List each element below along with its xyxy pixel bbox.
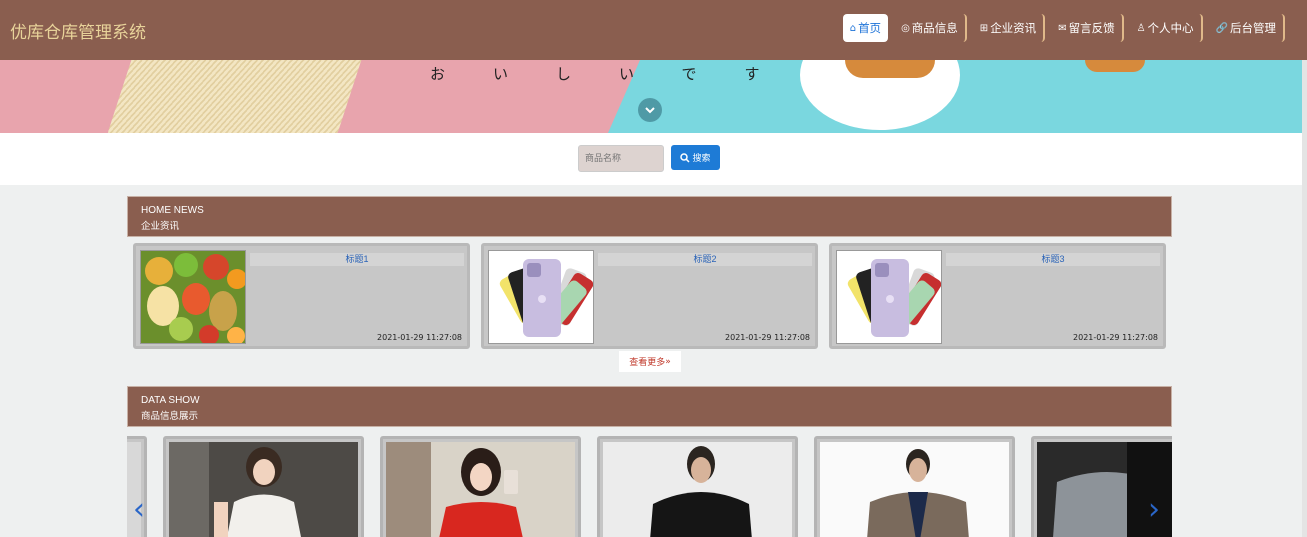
chevron-left-icon: ‹ — [133, 492, 145, 527]
news-section-title-cn: 企业资讯 — [141, 221, 180, 232]
nav-products-label: 商品信息 — [911, 21, 958, 35]
double-chevron-right-icon: » — [665, 356, 671, 367]
news-date: 2021-01-29 11:27:08 — [377, 333, 462, 342]
news-title[interactable]: 标题3 — [946, 253, 1160, 266]
search-icon — [680, 152, 691, 163]
nav-home-label: 首页 — [858, 21, 882, 35]
banner-carousel: おいしいです — [0, 60, 1307, 133]
banner-food-image-2 — [1085, 60, 1145, 72]
home-icon: ⌂ — [849, 22, 857, 34]
view-more-label: 查看更多 — [629, 358, 666, 368]
news-card-2[interactable]: 标题2 2021-01-29 11:27:08 — [481, 243, 818, 349]
product-image-black-tshirt — [603, 442, 792, 537]
chevron-down-icon — [645, 107, 655, 114]
chevron-right-icon: › — [1148, 492, 1160, 527]
news-title[interactable]: 标题1 — [250, 253, 464, 266]
news-title[interactable]: 标题2 — [598, 253, 812, 266]
search-button[interactable]: 搜索 — [671, 145, 720, 170]
view-more-button[interactable]: 查看更多 » — [619, 351, 681, 372]
nav-news[interactable]: ⊞ 企业资讯 — [973, 14, 1046, 42]
banner-food-image — [845, 60, 935, 78]
nav-profile[interactable]: ♙ 个人中心 — [1130, 14, 1203, 42]
carousel-prev-button[interactable]: ‹ — [133, 495, 145, 525]
news-card-3[interactable]: 标题3 2021-01-29 11:27:08 — [829, 243, 1166, 349]
nav-feedback-label: 留言反馈 — [1068, 21, 1115, 35]
nav-profile-label: 个人中心 — [1147, 21, 1194, 35]
top-nav-bar: 优库仓库管理系统 ⌂ 首页 ◎ 商品信息 ⊞ 企业资讯 ✉ 留言反馈 ♙ 个人中… — [0, 0, 1307, 60]
scroll-down-button[interactable] — [638, 98, 662, 122]
grid-icon: ⊞ — [979, 22, 989, 34]
nav-admin-label: 后台管理 — [1230, 21, 1276, 35]
product-image-blazer — [820, 442, 1009, 537]
product-card[interactable] — [597, 436, 798, 537]
main-nav: ⌂ 首页 ◎ 商品信息 ⊞ 企业资讯 ✉ 留言反馈 ♙ 个人中心 🔗 后台管理 — [842, 14, 1285, 42]
news-thumbnail-phone — [488, 250, 594, 344]
data-section-title-cn: 商品信息展示 — [141, 411, 199, 422]
news-date: 2021-01-29 11:27:08 — [725, 333, 810, 342]
product-card[interactable] — [380, 436, 581, 537]
search-button-label: 搜索 — [692, 154, 711, 164]
app-title: 优库仓库管理系统 — [10, 23, 146, 43]
banner-text: おいしいです — [430, 65, 808, 83]
nav-feedback[interactable]: ✉ 留言反馈 — [1051, 14, 1124, 42]
search-bar: 搜索 — [0, 133, 1307, 185]
globe-icon: ◎ — [901, 22, 910, 34]
news-section-header: HOME NEWS 企业资讯 — [127, 196, 1172, 237]
news-date: 2021-01-29 11:27:08 — [1073, 333, 1158, 342]
news-thumbnail-fruit — [140, 250, 246, 344]
link-icon: 🔗 — [1215, 22, 1228, 34]
nav-home[interactable]: ⌂ 首页 — [842, 14, 889, 42]
product-card[interactable] — [163, 436, 364, 537]
news-thumbnail-phone — [836, 250, 942, 344]
product-image-white-dress — [169, 442, 358, 537]
mail-icon: ✉ — [1058, 22, 1067, 34]
page-scrollbar[interactable] — [1302, 60, 1307, 537]
search-input[interactable] — [578, 145, 664, 172]
carousel-next-button[interactable]: › — [1148, 495, 1160, 525]
product-carousel — [127, 432, 1172, 537]
product-card[interactable] — [814, 436, 1015, 537]
nav-products[interactable]: ◎ 商品信息 — [894, 14, 967, 42]
nav-admin[interactable]: 🔗 后台管理 — [1209, 14, 1285, 42]
banner-noodles-image — [105, 60, 365, 133]
user-icon: ♙ — [1136, 22, 1146, 34]
nav-news-label: 企业资讯 — [990, 21, 1037, 35]
data-section-header: DATA SHOW 商品信息展示 — [127, 386, 1172, 427]
news-section-title-en: HOME NEWS — [141, 205, 204, 216]
data-section-title-en: DATA SHOW — [141, 395, 200, 406]
product-image-red-top — [386, 442, 575, 537]
news-card-1[interactable]: 标题1 2021-01-29 11:27:08 — [133, 243, 470, 349]
